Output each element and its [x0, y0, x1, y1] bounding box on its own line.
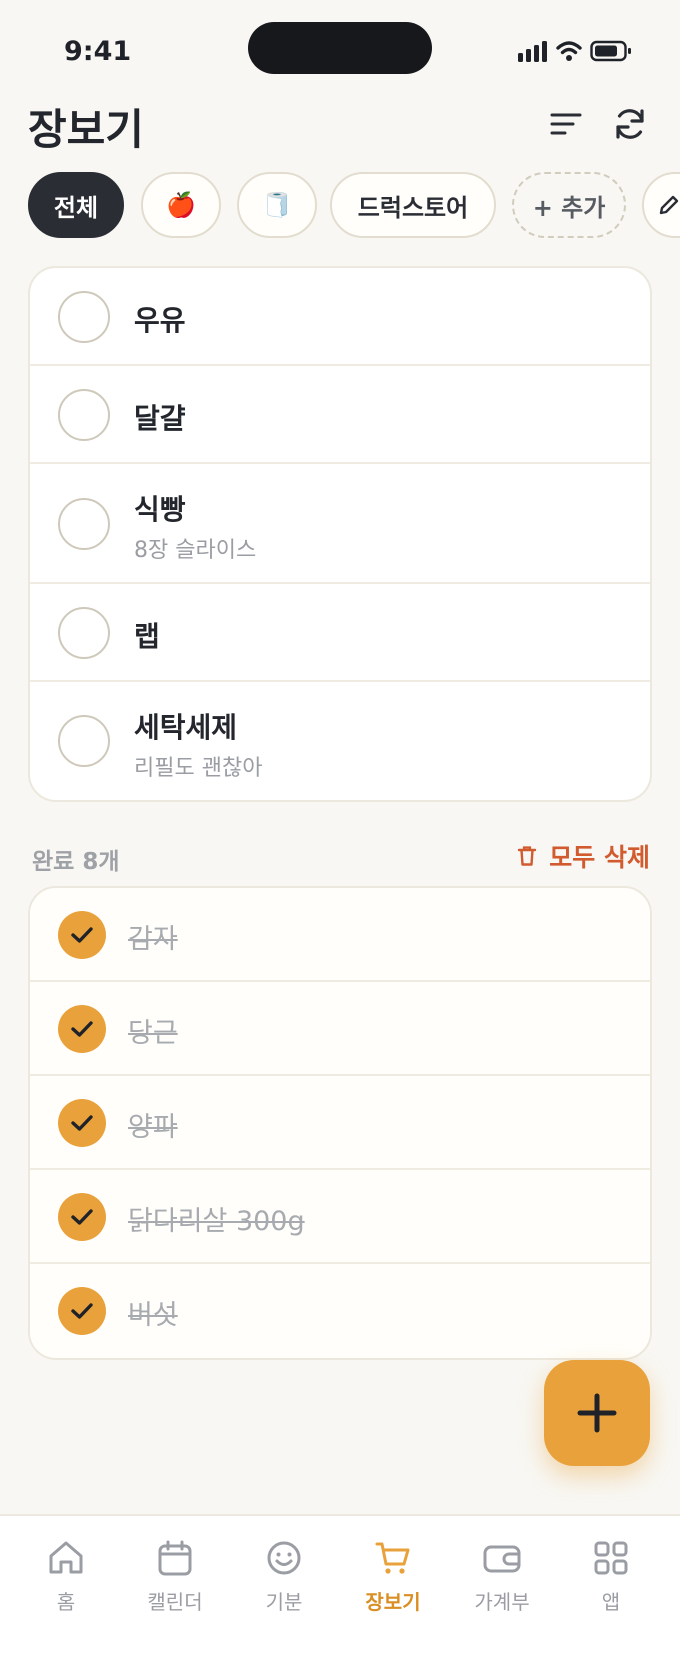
dynamic-island [248, 22, 432, 74]
item-checkbox[interactable] [58, 607, 110, 659]
wallet-icon [483, 1545, 521, 1573]
list-item[interactable]: 감자 [30, 888, 650, 982]
signal-icon [518, 41, 547, 62]
item-title: 버섯 [128, 1300, 178, 1331]
list-item[interactable]: 닭다리살 300g [30, 1170, 650, 1264]
sort-icon [550, 113, 582, 135]
delete-all-label: 모두 삭제 [549, 843, 650, 872]
list-item[interactable]: 식빵 8장 슬라이스 [30, 464, 650, 584]
status-bar: 9:41 [0, 0, 680, 96]
home-icon [49, 1541, 83, 1574]
tab-label: 가계부 [474, 1590, 530, 1614]
item-checkbox[interactable] [58, 389, 110, 441]
category-filter: 전체 🍎 🧻 드럭스토어 + 추가 [28, 170, 680, 242]
item-checkbox-checked[interactable] [58, 1193, 106, 1241]
tab-apps[interactable]: 앱 [561, 1538, 661, 1638]
item-checkbox[interactable] [58, 498, 110, 550]
tab-label: 장보기 [365, 1590, 421, 1614]
plus-icon [577, 1393, 617, 1433]
completed-list: 감자 당근 양파 닭다리살 300g 버섯 [28, 886, 652, 1360]
check-icon [71, 1021, 93, 1037]
refresh-button[interactable] [608, 102, 652, 146]
battery-icon [590, 40, 631, 62]
tab-shopping[interactable]: 장보기 [343, 1538, 443, 1638]
list-item[interactable]: 달걀 [30, 366, 650, 464]
apple-icon: 🍎 [166, 191, 196, 219]
page-title: 장보기 [28, 105, 144, 154]
pending-list: 우유 달걀 식빵 8장 슬라이스 랩 세탁세제 리필도 괜찮아 [28, 266, 652, 802]
item-checkbox[interactable] [58, 715, 110, 767]
completed-header: 완료 8개 모두 삭제 [32, 838, 650, 878]
item-title: 감자 [128, 924, 178, 955]
tab-label: 기분 [265, 1590, 303, 1614]
add-category-button[interactable]: + 추가 [512, 172, 626, 238]
tab-budget[interactable]: 가계부 [452, 1538, 552, 1638]
bottom-tab-bar: 홈 캘린더 기분 장보기 가계부 앱 [0, 1514, 680, 1660]
chip-produce[interactable]: 🍎 [141, 172, 221, 238]
pencil-icon [659, 195, 679, 215]
edit-categories-button[interactable] [642, 172, 680, 238]
chip-label: 드럭스토어 [357, 193, 469, 222]
sort-button[interactable] [544, 102, 588, 146]
tab-mood[interactable]: 기분 [234, 1538, 334, 1638]
item-checkbox[interactable] [58, 291, 110, 343]
check-icon [71, 927, 93, 943]
chip-label: 전체 [53, 193, 99, 222]
chip-drugstore[interactable]: 드럭스토어 [330, 172, 496, 238]
status-icons [518, 40, 632, 62]
list-item[interactable]: 버섯 [30, 1264, 650, 1358]
status-time: 9:41 [64, 36, 132, 67]
item-checkbox-checked[interactable] [58, 911, 106, 959]
item-title: 양파 [128, 1112, 178, 1143]
calendar-icon [158, 1540, 192, 1576]
list-item[interactable]: 당근 [30, 982, 650, 1076]
tab-home[interactable]: 홈 [16, 1538, 116, 1638]
list-item[interactable]: 랩 [30, 584, 650, 682]
item-title: 닭다리살 300g [128, 1206, 305, 1237]
list-item[interactable]: 양파 [30, 1076, 650, 1170]
check-icon [71, 1115, 93, 1131]
delete-all-button[interactable]: 모두 삭제 [517, 838, 650, 874]
completed-count: 완료 8개 [32, 849, 120, 875]
item-checkbox-checked[interactable] [58, 1287, 106, 1335]
add-item-button[interactable] [544, 1360, 650, 1466]
item-checkbox-checked[interactable] [58, 1099, 106, 1147]
chip-household[interactable]: 🧻 [237, 172, 317, 238]
item-title: 우유 [134, 304, 186, 337]
tab-label: 앱 [601, 1590, 621, 1614]
item-checkbox-checked[interactable] [58, 1005, 106, 1053]
refresh-icon [616, 109, 644, 139]
tissue-icon: 🧻 [262, 191, 292, 219]
grid-icon [594, 1541, 628, 1575]
check-icon [71, 1303, 93, 1319]
wifi-icon [556, 41, 582, 61]
item-title: 당근 [128, 1018, 178, 1049]
smile-icon [267, 1541, 301, 1575]
trash-icon [518, 846, 537, 866]
page-header: 장보기 [28, 96, 652, 166]
tab-calendar[interactable]: 캘린더 [125, 1538, 225, 1638]
tab-label: 캘린더 [147, 1590, 203, 1614]
check-icon [71, 1209, 93, 1225]
tab-label: 홈 [56, 1590, 76, 1614]
list-item[interactable]: 세탁세제 리필도 괜찮아 [30, 682, 650, 800]
item-title: 랩 [134, 620, 160, 653]
item-title: 식빵 [134, 493, 186, 526]
cart-icon [375, 1542, 410, 1574]
chip-label: + 추가 [532, 193, 606, 222]
item-note: 리필도 괜찮아 [134, 756, 263, 781]
chip-all[interactable]: 전체 [28, 172, 124, 238]
item-title: 달걀 [134, 402, 186, 435]
item-note: 8장 슬라이스 [134, 538, 257, 563]
item-title: 세탁세제 [134, 711, 238, 744]
list-item[interactable]: 우유 [30, 268, 650, 366]
